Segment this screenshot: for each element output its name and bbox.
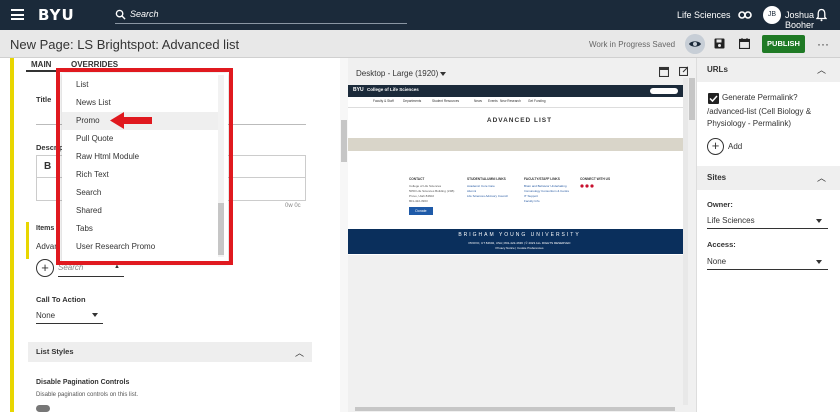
preview-footer — [348, 172, 691, 228]
urls-label: URLs — [707, 65, 728, 74]
preview-tan-band — [348, 138, 691, 151]
preview-subnav-item: Faculty & Staff — [373, 99, 394, 103]
publish-button[interactable]: PUBLISH — [762, 35, 805, 53]
word-char-count: 0w 0c — [285, 203, 301, 209]
edit-panel-scrollbar[interactable] — [340, 58, 348, 412]
preview-university-name: BRIGHAM YOUNG UNIVERSITY — [458, 232, 581, 238]
chevron-down-icon — [816, 219, 822, 223]
generate-permalink-checkbox[interactable] — [708, 93, 719, 104]
preview-eye-icon[interactable] — [685, 34, 705, 54]
right-panel-scrollbar-thumb[interactable] — [689, 78, 695, 120]
preview-footer-heading: FACULTY/STAFF LINKS — [524, 177, 560, 181]
preview-university-contact: PROVO, UT 84602, USA | 801-422-4636 | © … — [468, 241, 571, 245]
search-icon — [115, 9, 126, 20]
preview-subnav-item: New Research — [500, 99, 521, 103]
generate-permalink-label: Generate Permalink? — [722, 93, 798, 102]
disable-pagination-toggle[interactable] — [36, 405, 50, 412]
calendar-icon[interactable] — [739, 38, 750, 49]
items-field-label: Items — [36, 225, 55, 232]
preview-subnav-item: News — [474, 99, 482, 103]
page-title-bar: New Page: LS Brightspot: Advanced list W… — [0, 30, 840, 58]
annotation-arrow-icon — [110, 112, 152, 129]
preview-footer-link: Alumni — [467, 189, 477, 193]
preview-subnav-item: Events — [488, 99, 498, 103]
changed-field-rail — [10, 58, 14, 412]
add-item-button[interactable]: + — [36, 259, 54, 277]
hamburger-menu-icon[interactable] — [11, 9, 24, 20]
cta-selected-value: None — [36, 311, 56, 320]
more-options-button[interactable]: ··· — [817, 37, 829, 51]
list-styles-section[interactable]: List Styles ︿ — [28, 342, 312, 362]
byu-logo[interactable]: BYU — [38, 6, 75, 24]
preview-subnav-item: Get Funding — [528, 99, 546, 103]
preview-donate-button: Donate — [409, 207, 433, 215]
items-changed-rail — [26, 222, 29, 259]
sites-label: Sites — [707, 173, 727, 182]
preview-heading: ADVANCED LIST — [486, 117, 553, 124]
device-size-select[interactable]: Desktop - Large (1920) — [356, 69, 438, 78]
preview-college-name: College of Life Sciences — [367, 87, 419, 92]
user-name[interactable]: Joshua Booher — [785, 10, 840, 30]
preview-footer-link: Immunology Consortium & Centre — [524, 189, 570, 193]
preview-footer-link: Faculty Info — [524, 199, 540, 203]
disable-pagination-label: Disable Pagination Controls — [36, 379, 130, 386]
avatar[interactable]: JB — [763, 6, 781, 24]
preview-footer-line: 5050 Life Sciences Building (LSB) — [409, 189, 455, 193]
preview-footer-link: IT Support — [524, 194, 538, 198]
calendar-icon[interactable] — [659, 66, 669, 77]
preview-university-links: Privacy Notice | Cookie Preferences — [495, 246, 544, 250]
preview-subnav-item: Student Resources — [432, 99, 460, 103]
preview-footer-link: Life Sciences Advisory Council — [467, 194, 508, 198]
cta-field-label: Call To Action — [36, 295, 86, 304]
tab-main[interactable]: MAIN — [31, 60, 51, 69]
preview-footer-heading: CONTACT — [409, 177, 425, 181]
preview-search-pill — [650, 88, 678, 94]
disable-pagination-description: Disable pagination controls on this list… — [36, 392, 139, 398]
cta-select[interactable]: None — [36, 309, 103, 324]
owner-label: Owner: — [707, 200, 733, 209]
owner-select[interactable]: Life Sciences — [707, 213, 828, 229]
link-icon[interactable] — [738, 9, 752, 21]
add-url-button[interactable]: + — [707, 138, 724, 155]
preview-footer-line: College of Life Sciences — [409, 184, 442, 188]
save-icon[interactable] — [714, 38, 725, 49]
search-placeholder: Search — [130, 9, 159, 19]
chevron-up-icon: ︿ — [817, 173, 827, 183]
preview-footer-line: 801-422-3963 — [409, 199, 428, 203]
title-field-label: Title — [36, 95, 52, 104]
preview-subnav-item: Departments — [403, 99, 422, 103]
list-styles-label: List Styles — [36, 347, 74, 356]
access-selected-value: None — [707, 257, 727, 266]
preview-footer-heading: STUDENT/ALUMNI LINKS — [467, 177, 506, 181]
owner-selected-value: Life Sciences — [707, 216, 755, 225]
top-navigation-bar: BYU Search Life Sciences JB Joshua Boohe… — [0, 0, 840, 30]
global-search-input[interactable]: Search — [115, 6, 407, 24]
page-title: New Page: LS Brightspot: Advanced list — [10, 37, 240, 52]
preview-logo: BYU — [353, 87, 364, 93]
preview-footer-link: Academic Core Care — [467, 184, 495, 188]
save-status: Work in Progress Saved — [589, 40, 676, 49]
checkmark-icon — [709, 95, 718, 103]
site-switcher[interactable]: Life Sciences — [677, 10, 731, 20]
preview-footer-link: Brain and Behavior Undertaking — [524, 184, 567, 188]
annotation-highlight-box — [56, 68, 233, 265]
add-url-label[interactable]: Add — [728, 142, 742, 151]
chevron-up-icon: ︿ — [295, 348, 305, 358]
edit-panel-scrollbar-thumb[interactable] — [341, 120, 347, 162]
chevron-up-icon: ︿ — [817, 65, 827, 75]
social-icons — [580, 184, 594, 188]
preview-footer-line: Provo, Utah 84602 — [409, 194, 435, 198]
chevron-down-icon — [440, 72, 446, 76]
bold-button[interactable]: B — [44, 161, 51, 172]
sites-section-header[interactable]: Sites ︿ — [697, 166, 840, 190]
urls-section-header[interactable]: URLs ︿ — [697, 58, 840, 82]
preview-footer-heading: CONNECT WITH US — [580, 177, 611, 181]
permalink-value: /advanced-list (Cell Biology & Physiolog… — [707, 107, 812, 128]
chevron-down-icon — [92, 313, 98, 317]
access-label: Access: — [707, 240, 736, 249]
bell-icon[interactable] — [816, 8, 827, 22]
chevron-down-icon — [816, 260, 822, 264]
preview-horizontal-scrollbar-thumb[interactable] — [355, 407, 675, 411]
access-select[interactable]: None — [707, 254, 828, 270]
